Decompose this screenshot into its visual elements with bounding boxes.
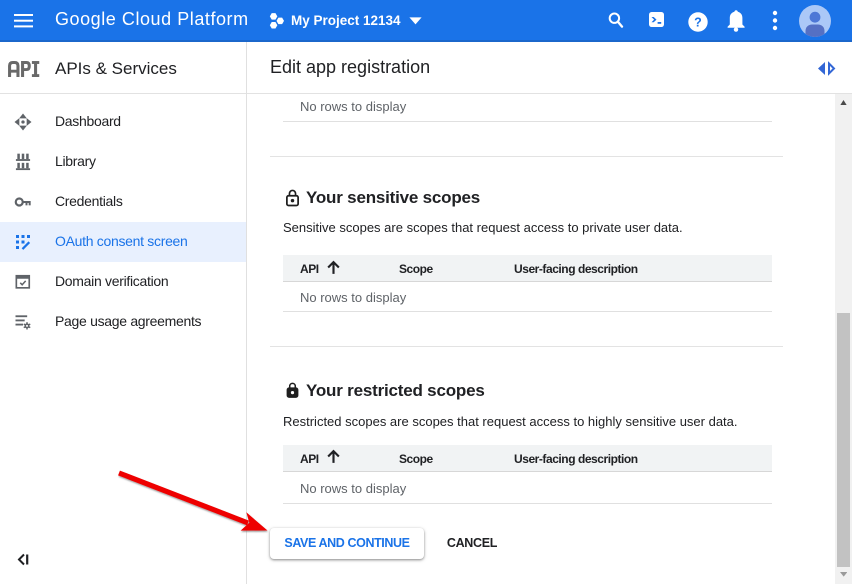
svg-text:?: ? — [694, 15, 702, 29]
